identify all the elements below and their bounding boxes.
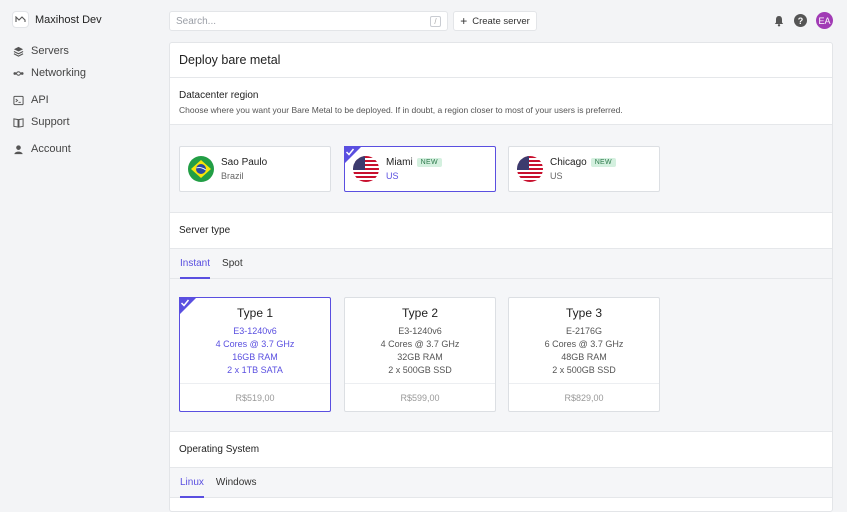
topbar-actions: ? EA [773,12,833,29]
server-specs: E3-1240v6 4 Cores @ 3.7 GHz 16GB RAM 2 x… [180,325,330,377]
region-country: Brazil [221,171,244,181]
new-badge: NEW [590,158,616,167]
tab-spot[interactable]: Spot [222,249,243,278]
tab-windows[interactable]: Windows [216,468,257,497]
plus-icon: + [460,14,468,28]
datacenter-description: Choose where you want your Bare Metal to… [179,105,623,115]
os-tabs: Linux Windows [170,468,832,498]
server-storage: 2 x 1TB SATA [227,365,283,375]
server-type-list: Type 1 E3-1240v6 4 Cores @ 3.7 GHz 16GB … [170,279,832,432]
server-card-type-1[interactable]: Type 1 E3-1240v6 4 Cores @ 3.7 GHz 16GB … [179,297,331,412]
network-icon [13,70,24,76]
server-name: Type 1 [236,306,274,320]
server-name: Type 3 [565,306,603,320]
server-name: Type 2 [401,306,439,320]
region-card-chicago[interactable]: Chicago NEW US [508,146,660,192]
sidebar-item-label: Account [31,143,71,155]
os-title: Operating System [179,444,260,455]
region-list: Sao Paulo Brazil Miami NEW US Chicago NEW [170,125,832,213]
server-type-section-header: Server type [170,213,832,249]
server-cpu: E-2176G [565,326,603,336]
brand[interactable]: Maxihost Dev [12,11,102,28]
server-cores: 4 Cores @ 3.7 GHz [380,339,460,349]
server-price: R$599,00 [345,383,495,411]
selected-check-icon [179,297,197,315]
help-icon[interactable]: ? [794,14,807,27]
server-cpu: E3-1240v6 [398,326,442,336]
sidebar-item-label: Support [31,116,70,128]
search-input[interactable] [176,15,430,27]
server-specs: E-2176G 6 Cores @ 3.7 GHz 48GB RAM 2 x 5… [509,325,659,377]
region-country: US [386,171,399,181]
sidebar-item-label: Servers [31,45,69,57]
terminal-icon [13,95,24,105]
server-type-tabs: Instant Spot [170,249,832,279]
book-icon [13,117,24,128]
server-cores: 4 Cores @ 3.7 GHz [215,339,295,349]
server-type-title: Server type [179,225,231,236]
search-shortcut-hint: / [430,15,441,27]
server-price: R$829,00 [509,383,659,411]
selected-check-icon [344,146,362,164]
layers-icon [13,46,24,57]
os-section-header: Operating System [170,432,832,468]
sidebar-item-networking[interactable]: Networking [13,67,86,79]
region-name: Sao Paulo [221,157,268,168]
region-name: Miami [386,157,413,168]
create-server-button[interactable]: + Create server [453,11,537,31]
sidebar-item-account[interactable]: Account [13,143,71,155]
datacenter-title: Datacenter region [179,90,259,101]
region-card-miami[interactable]: Miami NEW US [344,146,496,192]
tab-linux[interactable]: Linux [180,468,204,498]
sidebar-item-support[interactable]: Support [13,116,70,128]
sidebar-item-api[interactable]: API [13,94,49,106]
server-ram: 32GB RAM [397,352,443,362]
avatar[interactable]: EA [816,12,833,29]
server-storage: 2 x 500GB SSD [552,365,616,375]
search-box[interactable]: / [169,11,448,31]
sidebar-item-label: Networking [31,67,87,79]
sidebar-item-label: API [31,94,49,106]
sidebar: Maxihost Dev Servers Networking API Supp… [0,0,160,512]
us-flag-icon [517,156,543,182]
server-cores: 6 Cores @ 3.7 GHz [544,339,624,349]
datacenter-section-header: Datacenter region Choose where you want … [170,78,832,125]
create-server-label: Create server [472,15,530,27]
server-cpu: E3-1240v6 [233,326,277,336]
server-card-type-2[interactable]: Type 2 E3-1240v6 4 Cores @ 3.7 GHz 32GB … [344,297,496,412]
brand-name: Maxihost Dev [35,13,102,26]
server-price: R$519,00 [180,383,330,411]
bell-icon[interactable] [773,15,785,27]
server-ram: 16GB RAM [232,352,278,362]
maxihost-logo-icon [12,11,29,28]
brazil-flag-icon [188,156,214,182]
user-icon [14,144,23,154]
server-specs: E3-1240v6 4 Cores @ 3.7 GHz 32GB RAM 2 x… [345,325,495,377]
sidebar-item-servers[interactable]: Servers [13,45,69,57]
page-title: Deploy bare metal [170,43,832,78]
region-name: Chicago [550,157,587,168]
server-card-type-3[interactable]: Type 3 E-2176G 6 Cores @ 3.7 GHz 48GB RA… [508,297,660,412]
new-badge: NEW [416,158,442,167]
deploy-panel: Deploy bare metal Datacenter region Choo… [169,42,833,512]
server-ram: 48GB RAM [561,352,607,362]
region-card-sao-paulo[interactable]: Sao Paulo Brazil [179,146,331,192]
region-country: US [550,171,563,181]
tab-instant[interactable]: Instant [180,249,211,279]
server-storage: 2 x 500GB SSD [388,365,452,375]
